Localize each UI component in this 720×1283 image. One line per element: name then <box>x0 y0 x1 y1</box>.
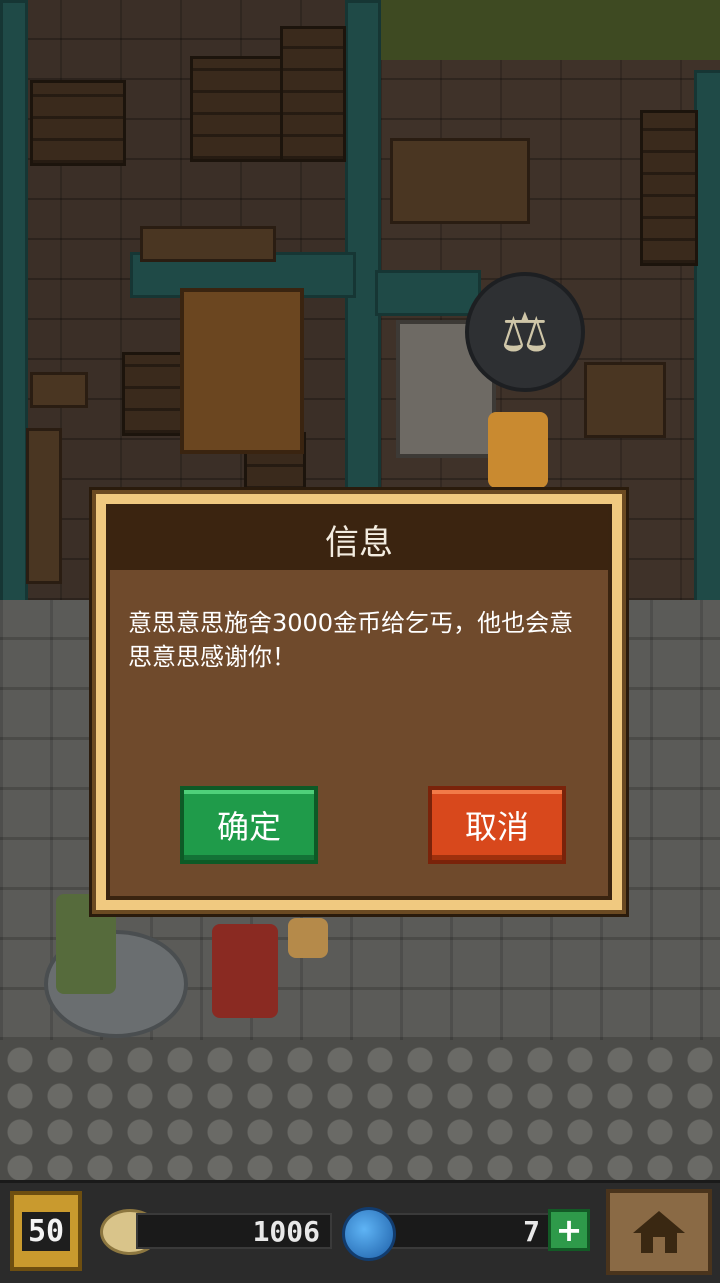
beggar-character[interactable] <box>212 924 278 1018</box>
gem-value: 7 <box>523 1214 540 1248</box>
cancel-button[interactable]: 取消 <box>428 786 566 864</box>
crate <box>190 56 286 162</box>
shopkeeper-character <box>488 412 548 488</box>
cobblestone-road <box>0 1040 720 1180</box>
level-value: 50 <box>21 1211 71 1251</box>
teal-pillar <box>0 0 28 606</box>
crate <box>30 80 126 166</box>
wooden-post <box>26 428 62 584</box>
gem-counter: 7 <box>372 1213 552 1249</box>
add-gems-button[interactable]: + <box>548 1209 590 1251</box>
level-badge-icon[interactable]: 50 <box>10 1191 82 1271</box>
confirm-button[interactable]: 确定 <box>180 786 318 864</box>
gold-value: 1006 <box>252 1214 320 1248</box>
scales-icon: ⚖ <box>465 272 585 392</box>
weapon-shelf <box>180 288 304 454</box>
dialog-message: 意思意思施舍3000金币给乞丐，他也会意思意思感谢你！ <box>128 609 574 671</box>
wooden-stool <box>30 372 88 408</box>
gem-icon <box>342 1207 396 1261</box>
gold-counter: 1006 <box>136 1213 332 1249</box>
dialog-panel: 信息 意思意思施舍3000金币给乞丐，他也会意思意思感谢你！ 确定 取消 <box>106 504 612 900</box>
home-button[interactable] <box>606 1189 712 1275</box>
teal-beam <box>375 270 481 316</box>
wooden-bench <box>140 226 276 262</box>
crate <box>640 110 698 266</box>
dialog-title: 信息 <box>110 508 608 570</box>
wooden-ladder <box>584 362 666 438</box>
info-dialog: 信息 意思意思施舍3000金币给乞丐，他也会意思意思感谢你！ 确定 取消 <box>92 490 626 914</box>
home-icon <box>633 1211 685 1253</box>
wooden-table <box>390 138 530 224</box>
bottom-hud: 50 1006 7 + <box>0 1180 720 1283</box>
crate <box>122 352 184 436</box>
pet-character <box>288 918 328 958</box>
crate <box>280 26 346 162</box>
